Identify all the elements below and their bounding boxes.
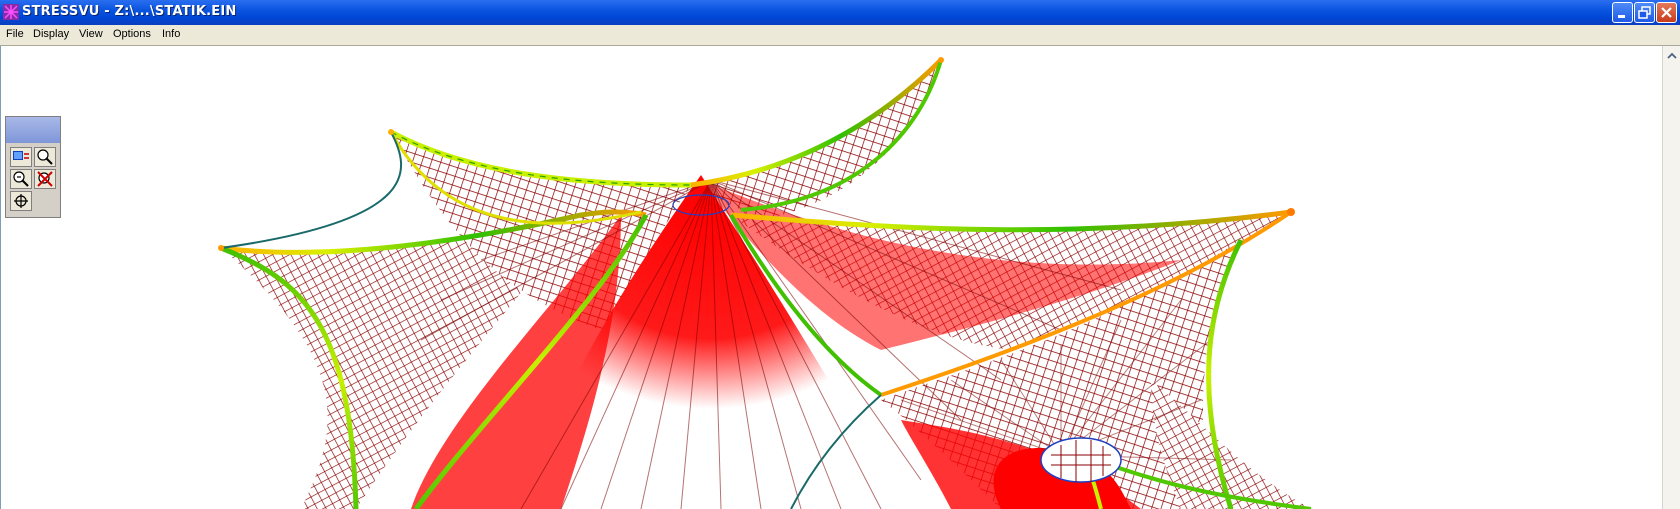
restore-icon — [1638, 6, 1651, 19]
menu-display[interactable]: Display — [33, 28, 69, 40]
minimize-icon — [1618, 15, 1625, 18]
pan-button[interactable] — [10, 191, 32, 211]
vertical-scrollbar[interactable] — [1662, 46, 1680, 509]
app-icon[interactable] — [3, 4, 19, 20]
model-viewport[interactable] — [0, 46, 1663, 509]
display-icon — [13, 151, 29, 160]
zoom-out-icon — [13, 171, 29, 187]
reset-view-button[interactable] — [34, 169, 56, 189]
zoom-in-button[interactable] — [34, 147, 56, 167]
close-view-icon — [37, 171, 53, 187]
menu-file[interactable]: File — [6, 28, 24, 40]
scroll-up-icon[interactable] — [1666, 50, 1678, 62]
tool-palette-header[interactable] — [6, 117, 60, 143]
minimize-button[interactable] — [1612, 2, 1633, 23]
tool-palette — [5, 116, 61, 218]
pan-icon — [14, 194, 28, 208]
membrane-model — [218, 57, 1312, 509]
close-button[interactable] — [1656, 2, 1677, 23]
zoom-in-icon — [37, 149, 53, 165]
menu-options[interactable]: Options — [113, 28, 151, 40]
zoom-out-button[interactable] — [10, 169, 32, 189]
display-button[interactable] — [10, 147, 32, 167]
close-icon — [1661, 7, 1672, 18]
menu-view[interactable]: View — [79, 28, 103, 40]
menu-info[interactable]: Info — [162, 28, 180, 40]
restore-button[interactable] — [1634, 2, 1655, 23]
window-title: STRESSVU - Z:\...\STATIK.EIN — [22, 4, 237, 19]
menu-bar: File Display View Options Info — [0, 25, 1680, 46]
title-bar: STRESSVU - Z:\...\STATIK.EIN — [0, 0, 1680, 25]
